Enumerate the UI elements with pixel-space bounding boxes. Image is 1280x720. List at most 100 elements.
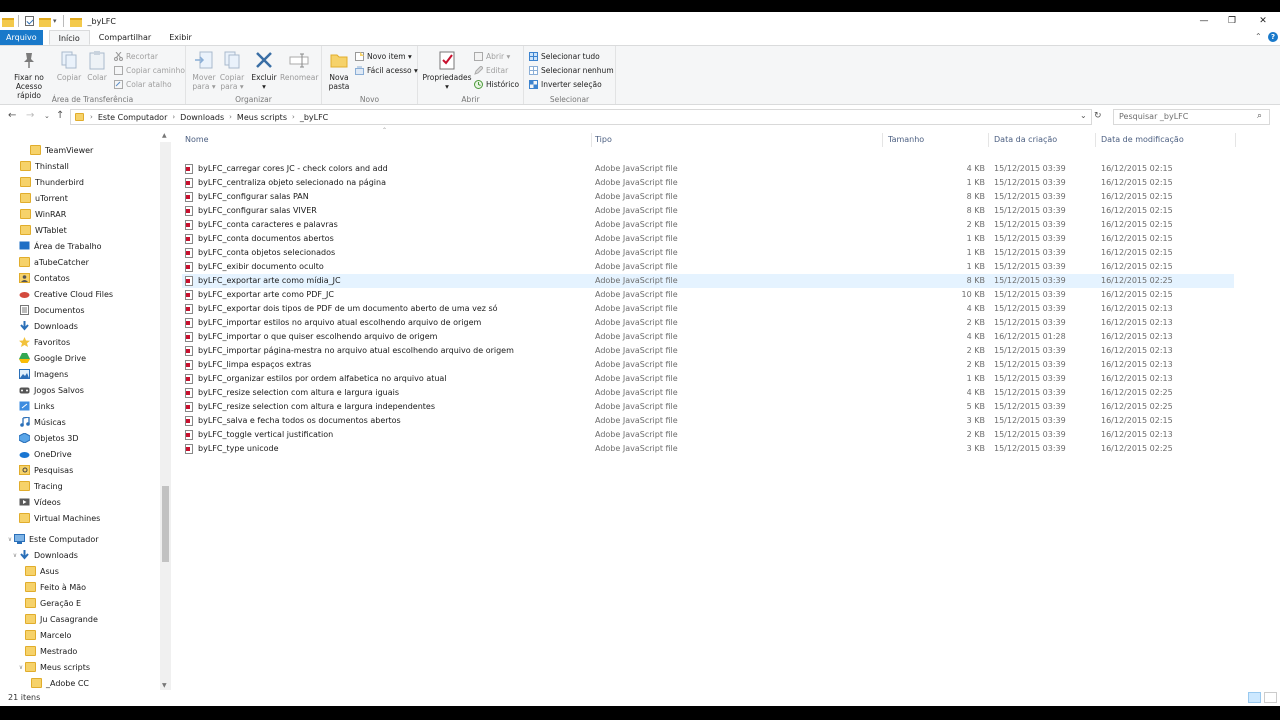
sidebar-item[interactable]: aTubeCatcher (0, 254, 160, 270)
move-to-button[interactable]: Mover para ▾ (190, 49, 218, 91)
breadcrumb-item[interactable]: Este Computador (98, 113, 168, 122)
sidebar-item[interactable]: Vídeos (0, 494, 160, 510)
column-divider[interactable] (591, 133, 592, 147)
sidebar-item[interactable]: Documentos (0, 302, 160, 318)
sidebar-item[interactable]: WinRAR (0, 206, 160, 222)
table-row[interactable]: byLFC_salva e fecha todos os documentos … (182, 414, 1234, 428)
table-row[interactable]: byLFC_importar o que quiser escolhendo a… (182, 330, 1234, 344)
table-row[interactable]: byLFC_organizar estilos por ordem alfabe… (182, 372, 1234, 386)
sidebar-item[interactable]: TeamViewer (0, 142, 160, 158)
large-icons-view-icon[interactable] (1264, 692, 1277, 703)
table-row[interactable]: byLFC_exportar dois tipos de PDF de um d… (182, 302, 1234, 316)
table-row[interactable]: byLFC_resize selection com altura e larg… (182, 400, 1234, 414)
table-row[interactable]: byLFC_exibir documento oculto Adobe JavaS… (182, 260, 1234, 274)
sidebar-item[interactable]: WTablet (0, 222, 160, 238)
sidebar-item[interactable]: Jogos Salvos (0, 382, 160, 398)
chevron-down-icon[interactable]: ∨ (6, 536, 14, 543)
search-icon[interactable]: ⌕ (1257, 111, 1262, 121)
customize-quick-access-icon[interactable]: ▾ (53, 17, 57, 25)
scroll-up-icon[interactable]: ▲ (162, 132, 167, 139)
sidebar-item[interactable]: Mestrado (0, 643, 160, 659)
tab-view[interactable]: Exibir (160, 30, 201, 45)
table-row[interactable]: byLFC_conta objetos selecionados Adobe Ja… (182, 246, 1234, 260)
table-row[interactable]: byLFC_toggle vertical justification Adobe… (182, 428, 1234, 442)
sidebar-item[interactable]: ∨ Meus scripts (0, 659, 160, 675)
sidebar-item[interactable]: Músicas (0, 414, 160, 430)
sidebar-item[interactable]: uTorrent (0, 190, 160, 206)
properties-button[interactable]: Propriedades ▾ (422, 49, 472, 91)
column-header-created[interactable]: Data da criação (994, 132, 1057, 148)
copy-to-button[interactable]: Copiar para ▾ (218, 49, 246, 91)
tab-file[interactable]: Arquivo (0, 30, 43, 45)
table-row[interactable]: byLFC_configurar salas PAN Adobe JavaScri… (182, 190, 1234, 204)
column-header-name[interactable]: Nome (185, 132, 209, 148)
sidebar-item[interactable]: Favoritos (0, 334, 160, 350)
back-icon[interactable]: ← (8, 110, 16, 121)
chevron-right-icon[interactable]: › (229, 113, 232, 121)
paste-button[interactable]: Colar (84, 49, 110, 82)
search-input[interactable]: Pesquisar _byLFC (1113, 109, 1270, 125)
address-dropdown-icon[interactable]: ⌄ (1080, 111, 1087, 120)
rename-button[interactable]: Renomear (280, 49, 318, 82)
sidebar-item[interactable]: Asus (0, 563, 160, 579)
collapse-ribbon-icon[interactable]: ⌃ (1255, 32, 1262, 41)
chevron-right-icon[interactable]: › (90, 113, 93, 121)
chevron-down-icon[interactable]: ∨ (17, 664, 25, 671)
column-divider[interactable] (988, 133, 989, 147)
chevron-down-icon[interactable]: ∨ (11, 552, 19, 559)
column-header-size[interactable]: Tamanho (888, 132, 924, 148)
nav-scrollbar-thumb[interactable] (162, 486, 169, 562)
sidebar-item[interactable]: Tracing (0, 478, 160, 494)
details-view-icon[interactable] (1248, 692, 1261, 703)
copy-path-button[interactable]: Copiar caminho (114, 64, 185, 76)
paste-shortcut-button[interactable]: Colar atalho (114, 78, 172, 90)
sidebar-item[interactable]: Geração E (0, 595, 160, 611)
close-icon[interactable]: ✕ (1246, 12, 1280, 30)
refresh-icon[interactable]: ↻ (1094, 111, 1102, 121)
sidebar-item[interactable]: Área de Trabalho (0, 238, 160, 254)
sidebar-item[interactable]: Feito à Mão (0, 579, 160, 595)
table-row[interactable]: byLFC_conta documentos abertos Adobe Java… (182, 232, 1234, 246)
breadcrumb-item[interactable]: Downloads (180, 113, 224, 122)
sidebar-item[interactable]: Google Drive (0, 350, 160, 366)
select-all-button[interactable]: Selecionar tudo (529, 50, 600, 62)
recent-locations-icon[interactable]: ⌄ (44, 112, 50, 120)
open-button[interactable]: Abrir ▾ (474, 50, 510, 62)
table-row[interactable]: byLFC_configurar salas VIVER Adobe JavaSc… (182, 204, 1234, 218)
easy-access-button[interactable]: Fácil acesso ▾ (355, 64, 418, 76)
nav-scrollbar[interactable] (160, 142, 171, 702)
breadcrumb[interactable]: › Este Computador › Downloads › Meus scr… (70, 109, 1092, 125)
table-row[interactable]: byLFC_importar estilos no arquivo atual … (182, 316, 1234, 330)
chevron-right-icon[interactable]: › (292, 113, 295, 121)
sidebar-item[interactable]: ∨ Este Computador (0, 531, 160, 547)
sidebar-item[interactable]: Imagens (0, 366, 160, 382)
column-header-modified[interactable]: Data de modificação (1101, 132, 1184, 148)
table-row[interactable]: byLFC_resize selection com altura e larg… (182, 386, 1234, 400)
column-divider[interactable] (1095, 133, 1096, 147)
sidebar-item[interactable]: ∨ Downloads (0, 547, 160, 563)
properties-icon[interactable] (25, 16, 34, 26)
new-folder-icon[interactable] (39, 17, 51, 27)
scroll-down-icon[interactable]: ▼ (162, 682, 167, 689)
breadcrumb-item[interactable]: Meus scripts (237, 113, 287, 122)
up-icon[interactable]: ↑ (56, 110, 64, 121)
sidebar-item[interactable]: Ju Casagrande (0, 611, 160, 627)
table-row[interactable]: byLFC_type unicode Adobe JavaScript file 3… (182, 442, 1234, 456)
tab-share[interactable]: Compartilhar (90, 30, 160, 45)
table-row[interactable]: byLFC_carregar cores JC - check colors a… (182, 162, 1234, 176)
column-divider[interactable] (1235, 133, 1236, 147)
delete-button[interactable]: Excluir ▾ (250, 49, 278, 91)
select-none-button[interactable]: Selecionar nenhum (529, 64, 614, 76)
table-row[interactable]: byLFC_centraliza objeto selecionado na p… (182, 176, 1234, 190)
tab-home[interactable]: Início (48, 30, 90, 45)
breadcrumb-item[interactable]: _byLFC (300, 113, 328, 122)
cut-button[interactable]: Recortar (114, 50, 158, 62)
sidebar-item[interactable]: Links (0, 398, 160, 414)
sidebar-item[interactable]: Marcelo (0, 627, 160, 643)
copy-button[interactable]: Copiar (56, 49, 82, 82)
table-row[interactable]: byLFC_importar página-mestra no arquivo … (182, 344, 1234, 358)
pin-quick-access-button[interactable]: Fixar no Acesso rápido (4, 49, 54, 100)
sidebar-item[interactable]: Downloads (0, 318, 160, 334)
history-button[interactable]: Histórico (474, 78, 519, 90)
new-item-button[interactable]: Novo item ▾ (355, 50, 412, 62)
